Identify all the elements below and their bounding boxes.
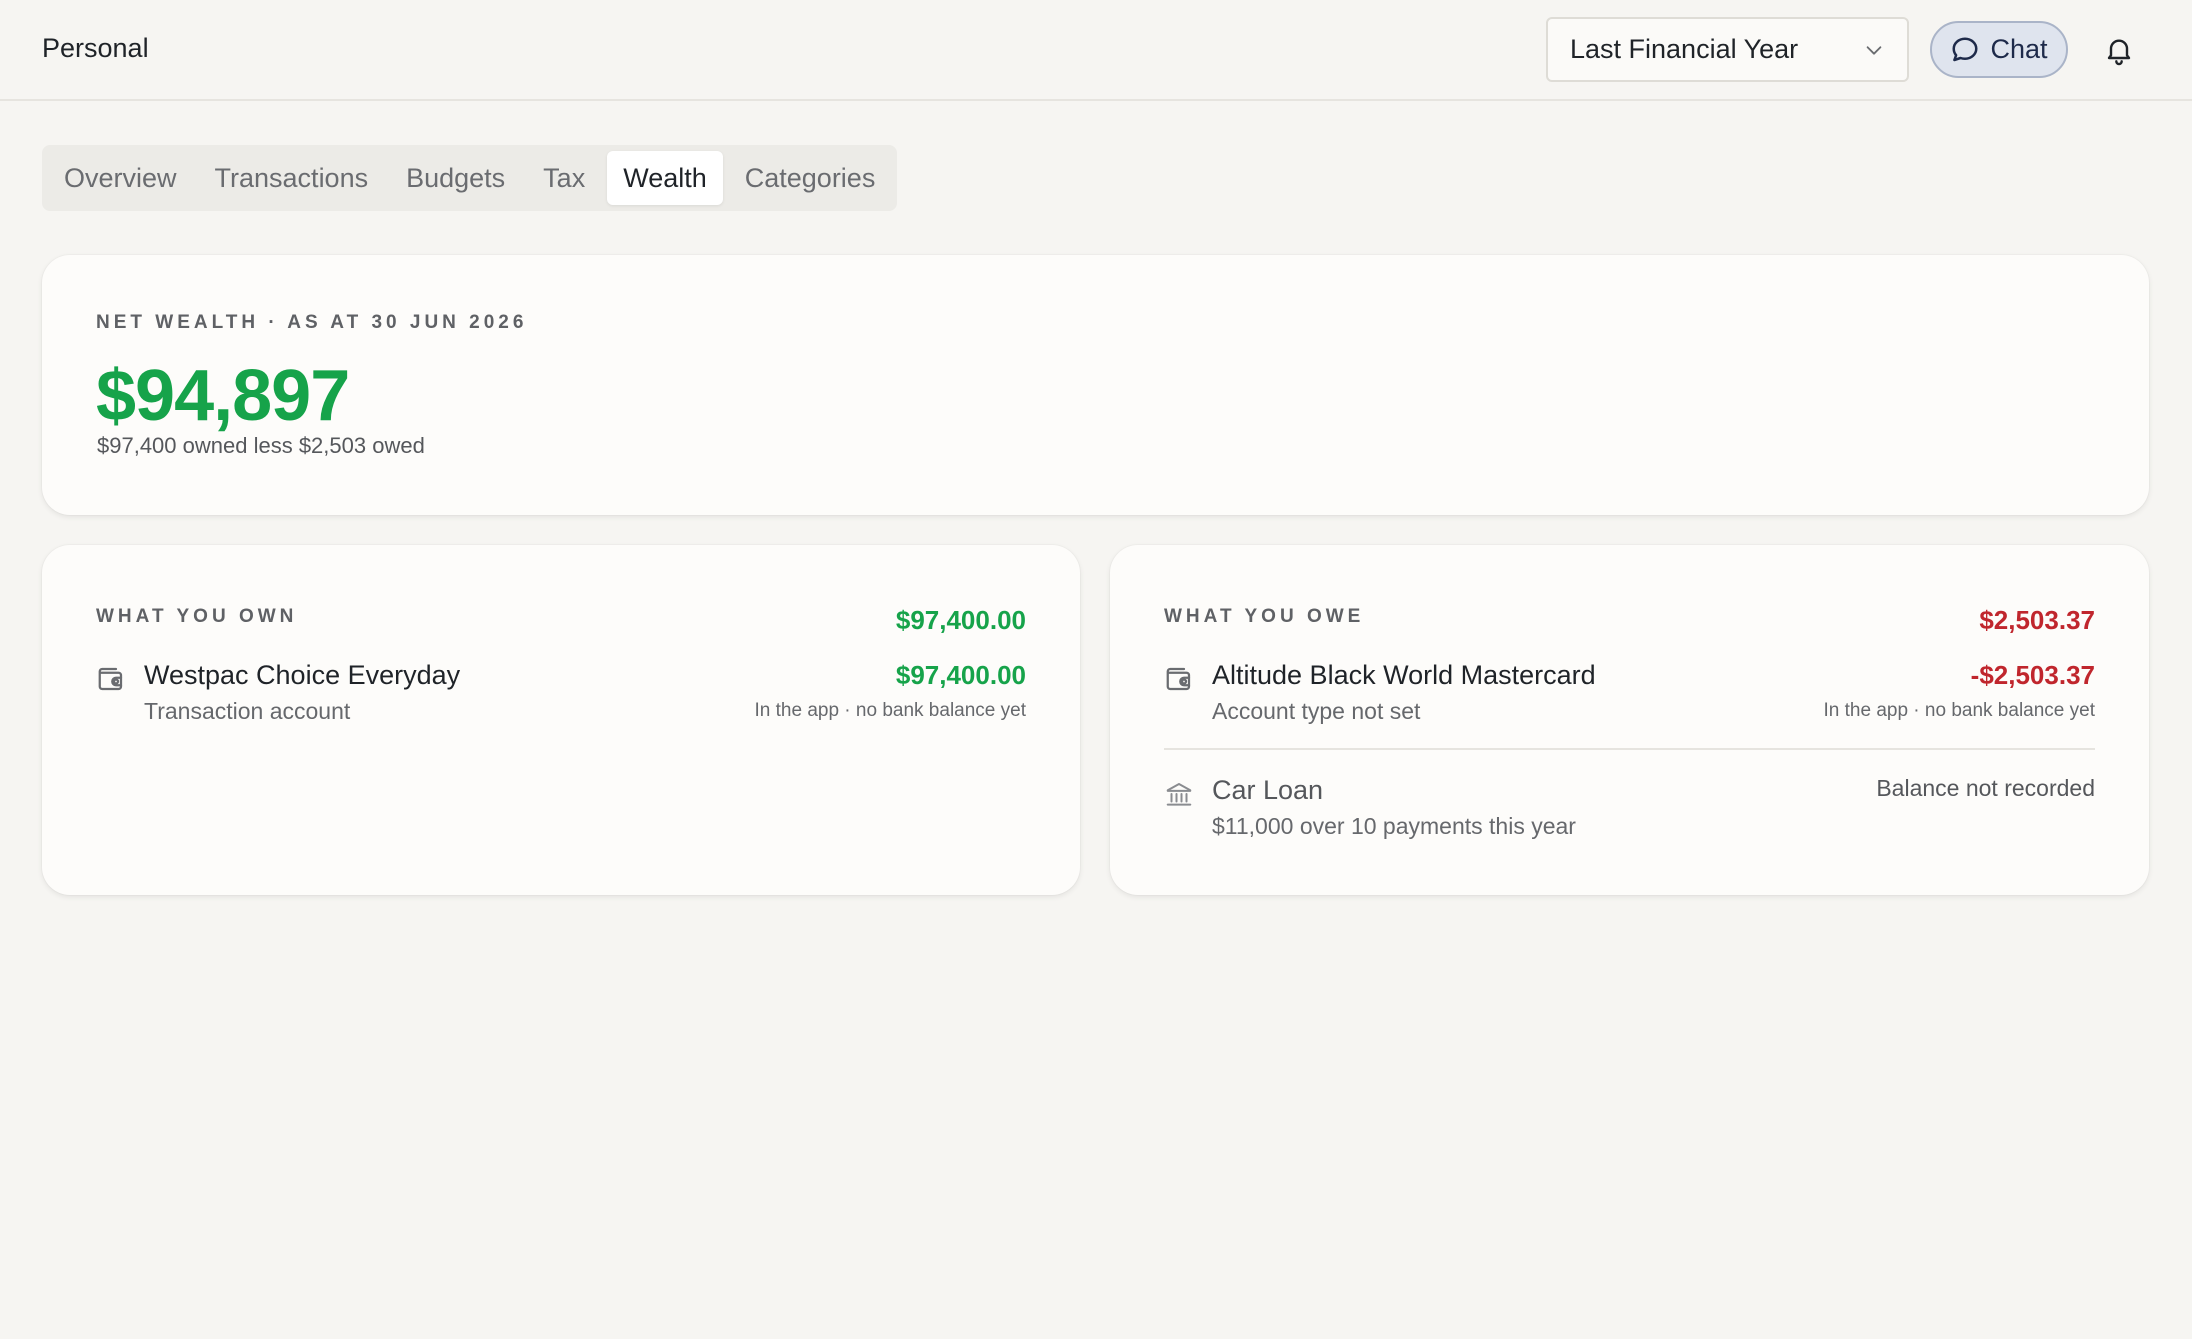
workspace-name: Personal — [42, 33, 149, 63]
own-heading: WHAT YOU OWN — [96, 606, 298, 627]
section-tabs: Overview Transactions Budgets Tax Wealth… — [42, 145, 898, 211]
wallet-icon — [98, 667, 123, 691]
chat-button-label: Chat — [1990, 34, 2048, 64]
net-wealth-card: NET WEALTH · AS AT 30 JUN 2026 $94,897 $… — [42, 255, 2149, 515]
account-type: $11,000 over 10 payments this year — [1212, 813, 1576, 839]
net-wealth-amount: $94,897 — [96, 356, 350, 436]
asset-row[interactable]: Westpac Choice Everyday Transaction acco… — [96, 660, 1026, 740]
tab-budgets[interactable]: Budgets — [390, 151, 521, 205]
liability-row[interactable]: Car Loan $11,000 over 10 payments this y… — [1164, 775, 2095, 855]
bell-icon[interactable] — [2103, 34, 2135, 66]
account-note: In the app · no bank balance yet — [1823, 700, 2095, 721]
chevron-down-icon — [1866, 45, 1882, 55]
account-amount: $97,400.00 — [895, 660, 1026, 690]
account-name: Westpac Choice Everyday — [144, 660, 461, 690]
tab-categories[interactable]: Categories — [729, 151, 892, 205]
account-type: Account type not set — [1212, 698, 1421, 724]
owe-total: $2,503.37 — [1979, 605, 2095, 635]
tab-transactions[interactable]: Transactions — [199, 151, 385, 205]
own-total: $97,400.00 — [895, 605, 1026, 635]
period-select[interactable]: Last Financial Year — [1546, 17, 1909, 82]
liability-row[interactable]: Altitude Black World Mastercard Account … — [1164, 660, 2095, 740]
tab-tax[interactable]: Tax — [527, 151, 601, 205]
owe-heading: WHAT YOU OWE — [1164, 606, 1365, 627]
tab-overview[interactable]: Overview — [48, 151, 193, 205]
tab-wealth[interactable]: Wealth — [607, 151, 723, 205]
account-note: In the app · no bank balance yet — [754, 700, 1026, 721]
top-bar: Personal Last Financial Year Chat — [0, 0, 2192, 101]
account-amount: -$2,503.37 — [1970, 660, 2095, 690]
net-wealth-summary: $97,400 owned less $2,503 owed — [97, 433, 425, 458]
what-you-own-card: WHAT YOU OWN $97,400.00 Westpac Choice E… — [42, 545, 1080, 895]
account-name: Altitude Black World Mastercard — [1212, 660, 1596, 690]
bank-icon — [1166, 783, 1192, 806]
chat-button[interactable]: Chat — [1930, 21, 2068, 78]
balance-status: Balance not recorded — [1876, 775, 2095, 801]
period-select-value: Last Financial Year — [1570, 34, 1799, 64]
net-wealth-heading: NET WEALTH · AS AT 30 JUN 2026 — [96, 312, 528, 333]
account-type: Transaction account — [144, 698, 351, 724]
chat-bubble-icon — [1952, 37, 1978, 61]
account-name: Car Loan — [1212, 775, 1324, 805]
row-divider — [1164, 748, 2095, 750]
what-you-owe-card: WHAT YOU OWE $2,503.37 Altitude Black Wo… — [1110, 545, 2149, 895]
wallet-icon — [1166, 667, 1191, 691]
